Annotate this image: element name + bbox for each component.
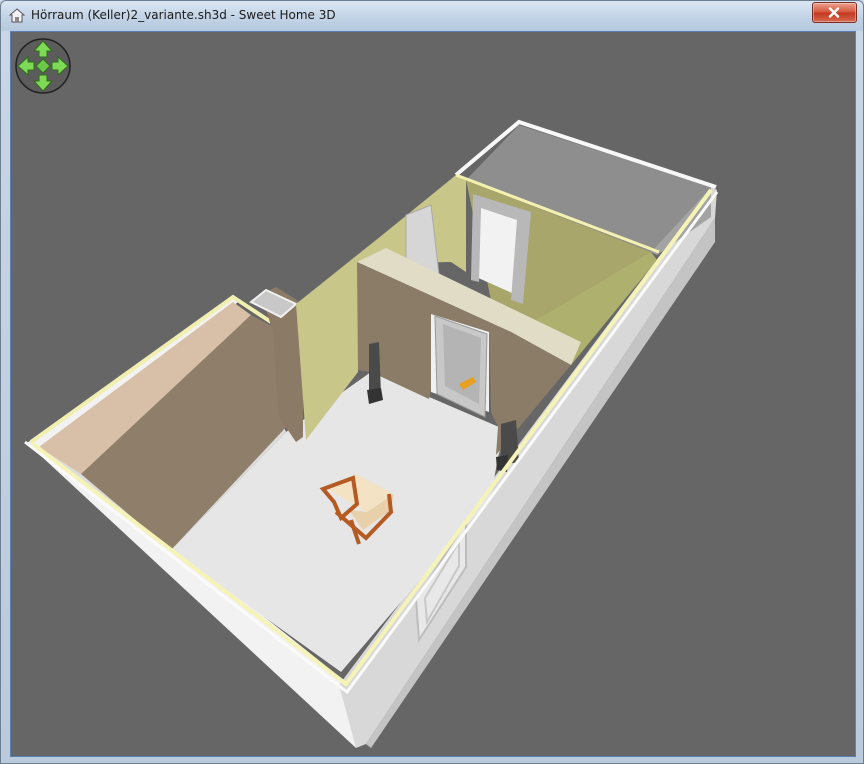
navigation-control[interactable] xyxy=(14,37,72,95)
sweet-home-3d-icon xyxy=(8,8,26,24)
app-window: Hörraum (Keller)2_variante.sh3d - Sweet … xyxy=(0,0,864,764)
3d-scene[interactable] xyxy=(11,32,855,756)
title-bar[interactable]: Hörraum (Keller)2_variante.sh3d - Sweet … xyxy=(1,1,863,31)
close-icon xyxy=(828,7,840,18)
window-title: Hörraum (Keller)2_variante.sh3d - Sweet … xyxy=(31,8,336,22)
3d-view[interactable] xyxy=(10,31,856,757)
close-button[interactable] xyxy=(812,2,857,23)
